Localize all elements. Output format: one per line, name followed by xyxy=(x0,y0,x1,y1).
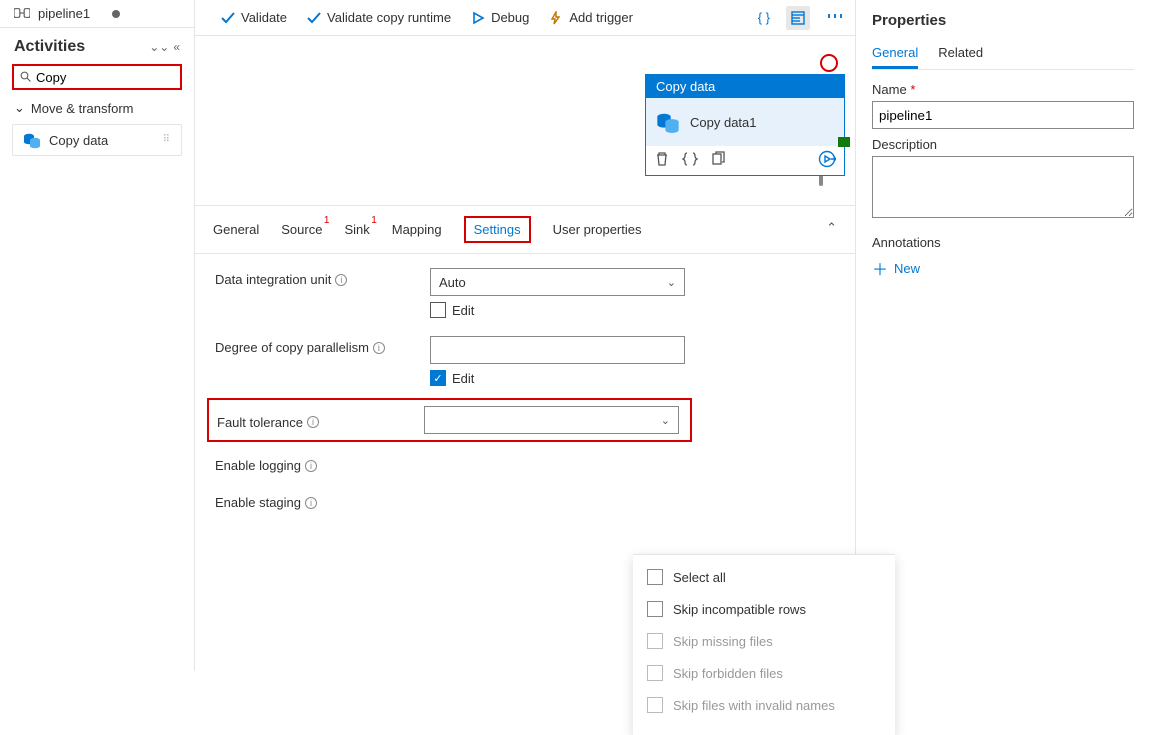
validate-copy-runtime-button[interactable]: Validate copy runtime xyxy=(297,6,461,29)
node-header: Copy data xyxy=(646,75,844,98)
validate-button[interactable]: Validate xyxy=(211,6,297,29)
pipeline-icon xyxy=(14,6,30,21)
tab-user-properties[interactable]: User properties xyxy=(553,216,642,243)
diu-select[interactable]: Auto ⌄ xyxy=(430,268,685,296)
braces-icon[interactable] xyxy=(682,151,698,170)
pipeline-tab[interactable]: pipeline1 xyxy=(0,0,194,28)
dd-skip-missing: Skip missing files xyxy=(633,625,895,657)
description-label: Description xyxy=(872,137,1134,152)
activities-search-input[interactable] xyxy=(32,69,174,86)
node-name: Copy data1 xyxy=(690,115,757,130)
diu-label: Data integration unit xyxy=(215,272,331,287)
dd-skip-forbidden: Skip forbidden files xyxy=(633,657,895,689)
annotations-label: Annotations xyxy=(872,235,1134,250)
fault-tolerance-dropdown: Select all Skip incompatible rows Skip m… xyxy=(633,554,895,735)
info-icon[interactable]: i xyxy=(373,342,385,354)
activities-title: Activities xyxy=(14,38,85,56)
enable-staging-label: Enable staging xyxy=(215,495,301,510)
debug-button[interactable]: Debug xyxy=(461,6,539,29)
chevron-down-icon: ⌄ xyxy=(667,276,676,289)
unsaved-dot xyxy=(112,10,120,18)
grip-icon: ⠿ xyxy=(163,136,171,144)
delete-icon[interactable] xyxy=(654,151,670,170)
plus-icon: ＋ xyxy=(872,256,888,280)
tab-mapping[interactable]: Mapping xyxy=(392,216,442,243)
info-icon[interactable]: i xyxy=(335,274,347,286)
dd-skip-invalid: Skip files with invalid names xyxy=(633,689,895,721)
activity-copy-data[interactable]: Copy data ⠿ xyxy=(12,124,182,156)
name-label: Name xyxy=(872,82,907,97)
copy-icon[interactable] xyxy=(710,151,726,170)
chevron-down-icon: ⌄ xyxy=(661,414,670,427)
execute-icon[interactable] xyxy=(818,156,836,171)
diu-edit-checkbox[interactable] xyxy=(430,302,446,318)
parallelism-edit-checkbox[interactable]: ✓ xyxy=(430,370,446,386)
dd-select-all[interactable]: Select all xyxy=(633,561,895,593)
chevron-down-icon: ⌄ xyxy=(14,100,25,116)
description-textarea[interactable] xyxy=(872,156,1134,218)
add-trigger-button[interactable]: Add trigger xyxy=(539,6,643,29)
collapse-left-icon[interactable]: « xyxy=(173,40,180,54)
enable-logging-label: Enable logging xyxy=(215,458,301,473)
activities-search[interactable] xyxy=(12,64,182,90)
tab-sink[interactable]: Sink1 xyxy=(344,216,369,243)
section-label: Move & transform xyxy=(31,101,134,116)
database-icon xyxy=(656,108,680,136)
tab-source[interactable]: Source1 xyxy=(281,216,322,243)
info-icon[interactable]: i xyxy=(305,460,317,472)
properties-title: Properties xyxy=(872,12,1134,29)
prop-tab-related[interactable]: Related xyxy=(938,39,983,69)
database-icon xyxy=(23,131,41,149)
info-icon[interactable]: i xyxy=(307,416,319,428)
fault-tolerance-label: Fault tolerance xyxy=(217,415,303,430)
copy-data-node[interactable]: Copy data Copy data1 xyxy=(645,74,845,176)
parallelism-input[interactable] xyxy=(430,336,685,364)
dd-skip-incompatible[interactable]: Skip incompatible rows xyxy=(633,593,895,625)
properties-toggle-icon[interactable] xyxy=(786,6,810,30)
braces-icon[interactable]: { } xyxy=(758,10,770,25)
parallelism-label: Degree of copy parallelism xyxy=(215,340,369,355)
toolbar: Validate Validate copy runtime Debug Add… xyxy=(195,0,855,36)
toolbar-more-icon[interactable]: ⋯ xyxy=(826,7,845,28)
tab-general[interactable]: General xyxy=(213,216,259,243)
prop-tab-general[interactable]: General xyxy=(872,39,918,69)
section-move-transform[interactable]: ⌄ Move & transform xyxy=(0,96,194,120)
node-output-port[interactable] xyxy=(838,137,850,147)
panel-collapse-icon[interactable]: ⌃ xyxy=(826,220,837,236)
search-icon xyxy=(20,71,32,83)
collapse-down-icon[interactable]: ⌄⌄ xyxy=(149,40,169,54)
tab-settings[interactable]: Settings xyxy=(464,216,531,243)
new-annotation-button[interactable]: ＋ New xyxy=(872,256,1134,280)
canvas[interactable]: Copy data Copy data1 xyxy=(195,36,855,206)
activity-label: Copy data xyxy=(49,133,108,148)
annotation-circle xyxy=(820,54,838,72)
name-input[interactable] xyxy=(872,101,1134,129)
fault-tolerance-select[interactable]: ⌄ xyxy=(424,406,679,434)
pipeline-tab-label: pipeline1 xyxy=(38,6,90,21)
info-icon[interactable]: i xyxy=(305,497,317,509)
